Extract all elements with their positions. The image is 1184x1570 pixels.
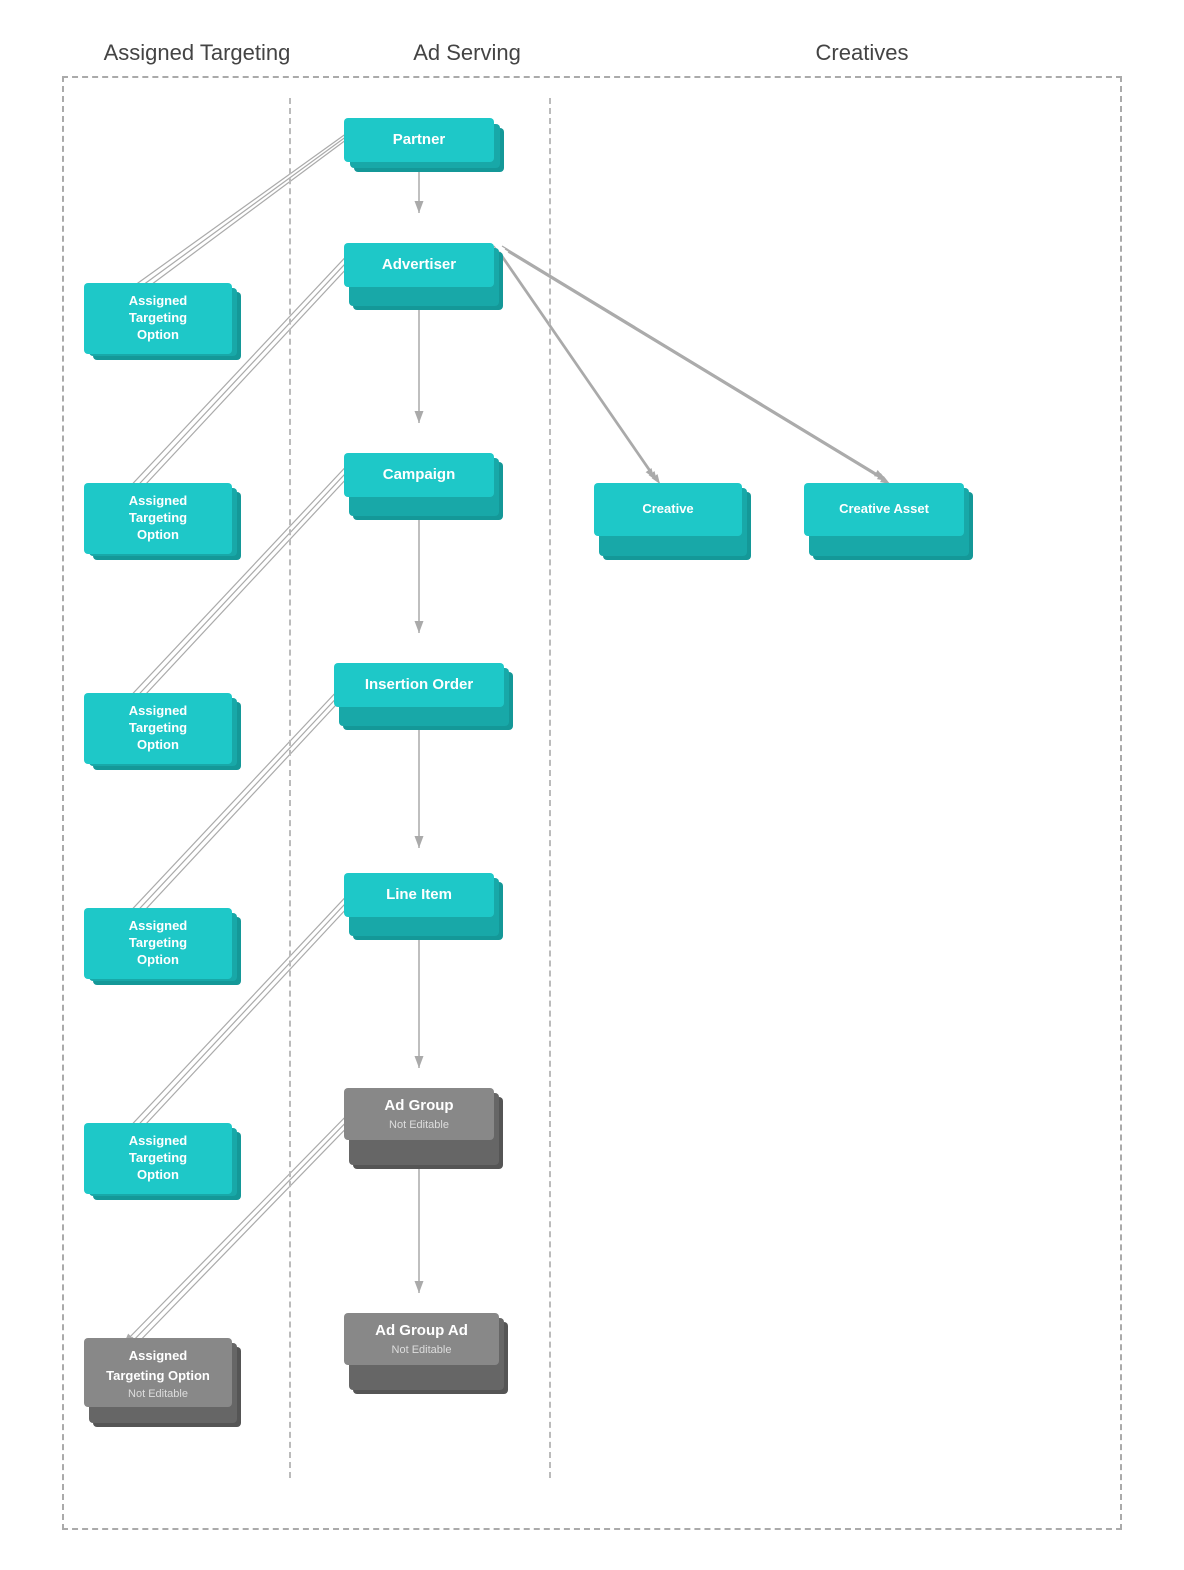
ato-5-label: AssignedTargetingOption [129, 1133, 188, 1182]
ad-group-ad-node: Ad Group Ad Not Editable [344, 1313, 499, 1365]
ato-6-label: AssignedTargeting Option [106, 1348, 210, 1383]
ad-group-ad-label: Ad Group Ad [375, 1322, 468, 1339]
advertiser-node: Advertiser [344, 243, 494, 287]
column-headers: Assigned Targeting Ad Serving Creatives [62, 40, 1122, 66]
ato-5: AssignedTargetingOption [84, 1123, 232, 1194]
ato-6-not-editable: Not Editable [92, 1387, 224, 1401]
header-assigned-targeting: Assigned Targeting [62, 40, 332, 66]
advertiser-label: Advertiser [382, 256, 456, 273]
ato-1: AssignedTargetingOption [84, 283, 232, 354]
creative-label: Creative [642, 501, 693, 516]
creative-node: Creative [594, 483, 742, 536]
partner-label: Partner [393, 131, 446, 148]
header-ad-serving: Ad Serving [332, 40, 602, 66]
ato-4-label: AssignedTargetingOption [129, 918, 188, 967]
ato-1-label: AssignedTargetingOption [129, 293, 188, 342]
line-item-node: Line Item [344, 873, 494, 917]
campaign-node: Campaign [344, 453, 494, 497]
creative-asset-label: Creative Asset [839, 501, 929, 516]
line-item-label: Line Item [386, 886, 452, 903]
creative-asset-node: Creative Asset [804, 483, 964, 536]
campaign-label: Campaign [383, 466, 456, 483]
ato-2: AssignedTargetingOption [84, 483, 232, 554]
partner-node: Partner [344, 118, 494, 162]
ato-3: AssignedTargetingOption [84, 693, 232, 764]
ad-group-node: Ad Group Not Editable [344, 1088, 494, 1140]
ad-group-not-editable: Not Editable [354, 1118, 484, 1132]
ad-group-ad-not-editable: Not Editable [354, 1343, 489, 1357]
ato-6: AssignedTargeting Option Not Editable [84, 1338, 232, 1407]
col-divider-2 [549, 98, 551, 1478]
diagram-container: Assigned Targeting Ad Serving Creatives [42, 20, 1142, 1550]
insertion-order-label: Insertion Order [365, 676, 473, 693]
main-diagram-area: Partner AssignedTargetingOption Adverti [62, 76, 1122, 1530]
ato-4: AssignedTargetingOption [84, 908, 232, 979]
col-divider-1 [289, 98, 291, 1478]
ad-group-label: Ad Group [384, 1097, 453, 1114]
ato-2-label: AssignedTargetingOption [129, 493, 188, 542]
insertion-order-node: Insertion Order [334, 663, 504, 707]
header-creatives: Creatives [602, 40, 1122, 66]
ato-3-label: AssignedTargetingOption [129, 703, 188, 752]
